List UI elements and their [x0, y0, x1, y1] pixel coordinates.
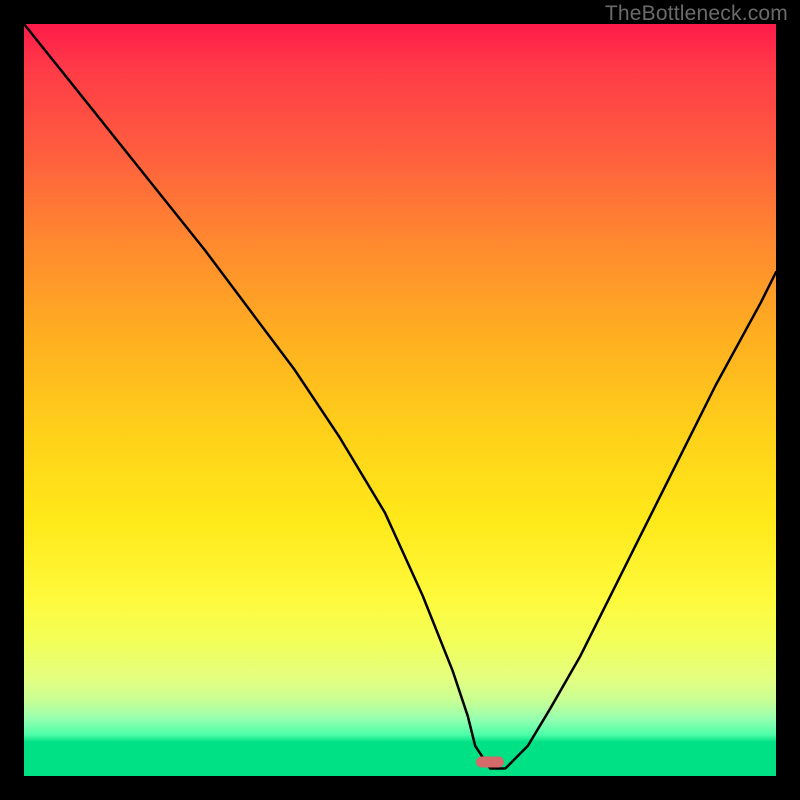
watermark-text: TheBottleneck.com: [605, 2, 788, 26]
plot-area: [24, 24, 776, 776]
chart-frame: TheBottleneck.com: [0, 0, 800, 800]
optimal-point-marker: [476, 757, 504, 768]
bottleneck-curve: [24, 24, 776, 776]
